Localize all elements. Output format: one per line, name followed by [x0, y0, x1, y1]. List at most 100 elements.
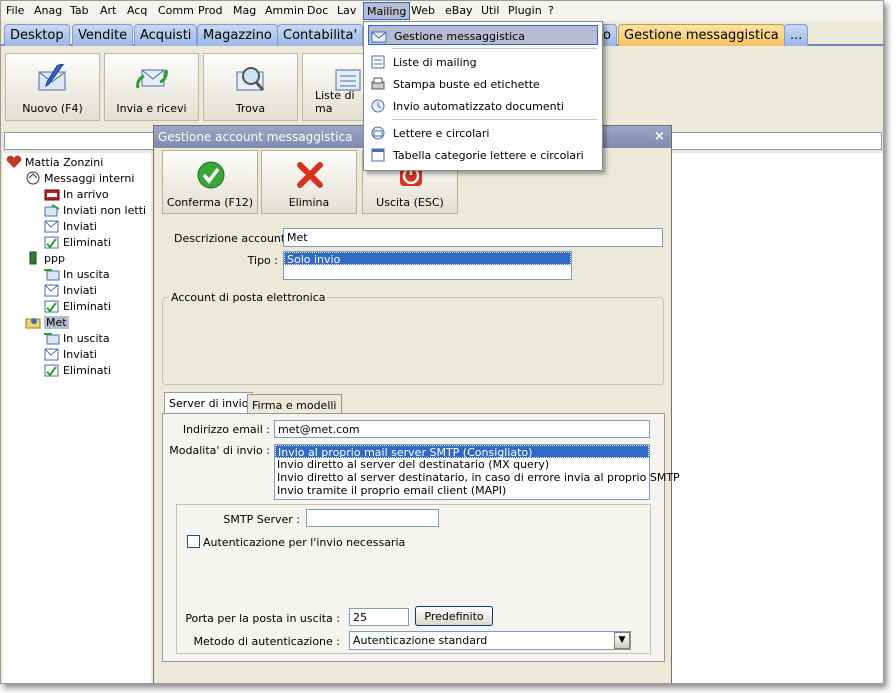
menu-mag[interactable]: Mag [233, 4, 256, 17]
confirm-label: Conferma (F12) [166, 196, 254, 209]
menu-art[interactable]: Art [100, 4, 116, 17]
menu-ammin[interactable]: Ammin [265, 4, 304, 17]
tree-inviati[interactable]: Inviati [44, 220, 97, 233]
send-receive-label: Invia e ricevi [116, 102, 187, 115]
tree-met-sent-label: Inviati [63, 348, 97, 361]
tab-server-di-invio[interactable]: Server di invio [164, 392, 254, 414]
menu-help[interactable]: ? [548, 4, 554, 17]
smtp-server-input[interactable] [306, 509, 439, 527]
menu-item-label: Invio automatizzato documenti [393, 100, 564, 113]
confirm-button[interactable]: Conferma (F12) [162, 150, 258, 214]
menu-file[interactable]: File [6, 4, 24, 17]
mailing-lists-button[interactable]: Liste di ma [302, 53, 364, 121]
send-mode-option[interactable]: Invio tramite il proprio email client (M… [275, 484, 649, 497]
send-mode-option[interactable]: Invio diretto al server del destinatario… [275, 458, 649, 471]
tree-met-sent[interactable]: Inviati [44, 348, 97, 361]
exit-label: Uscita (ESC) [376, 196, 444, 209]
tree-ppp-sent[interactable]: Inviati [44, 284, 97, 297]
sent-icon [44, 348, 59, 361]
menu-doc[interactable]: Doc [307, 4, 328, 17]
message-list-pane [669, 153, 883, 683]
close-icon[interactable]: × [654, 129, 665, 144]
description-input[interactable]: Met [283, 228, 663, 247]
type-list[interactable]: Solo invio [283, 251, 572, 280]
menu-item-gestione-messaggistica[interactable]: Gestione messaggistica [368, 25, 598, 45]
send-mode-option[interactable]: Invio diretto al server destinatario, in… [275, 471, 680, 484]
menu-mailing[interactable]: Mailing [363, 2, 411, 20]
tree-met-outbox[interactable]: In uscita [44, 332, 110, 345]
email-input[interactable]: met@met.com [274, 420, 650, 438]
tree-internal-label: Messaggi interni [44, 172, 135, 185]
tree-ppp-outbox[interactable]: In uscita [44, 268, 110, 281]
send-receive-button[interactable]: Invia e ricevi [104, 53, 199, 121]
account-icon [29, 251, 37, 265]
menu-tab[interactable]: Tab [70, 4, 89, 17]
auth-method-select[interactable]: Autenticazione standard [349, 631, 631, 650]
new-button[interactable]: Nuovo (F4) [5, 53, 100, 121]
menu-separator [392, 119, 597, 120]
menu-item-tabella-categorie[interactable]: Tabella categorie lettere e circolari [368, 145, 598, 165]
tree-met-deleted[interactable]: Eliminati [44, 364, 111, 377]
menu-lav[interactable]: Lav [337, 4, 356, 17]
user-heart-icon [6, 155, 22, 168]
menu-item-liste-mailing[interactable]: Liste di mailing [368, 52, 598, 72]
tree-ppp[interactable]: ppp [29, 251, 65, 265]
tree-eliminati[interactable]: Eliminati [44, 236, 111, 249]
type-label: Tipo : [247, 254, 278, 267]
tree-internal[interactable]: Messaggi interni [26, 171, 135, 185]
tree-non-letti[interactable]: Inviati non letti [44, 204, 146, 217]
tree-ppp-deleted[interactable]: Eliminati [44, 300, 111, 313]
menu-prod[interactable]: Prod [198, 4, 222, 17]
tree-ppp-label: ppp [44, 252, 65, 265]
messages-icon [26, 171, 40, 185]
tab-acquisti[interactable]: Acquisti [134, 24, 198, 46]
deleted-icon [44, 236, 59, 249]
menu-item-lettere-circolari[interactable]: Lettere e circolari [368, 123, 598, 143]
unread-icon [44, 204, 60, 217]
menu-acq[interactable]: Acq [127, 4, 147, 17]
delete-button[interactable]: Elimina [261, 150, 357, 214]
menu-item-label: Tabella categorie lettere e circolari [393, 149, 584, 162]
tree-met-label: Met [46, 316, 67, 329]
tree-met-outbox-label: In uscita [63, 332, 110, 345]
tab-magazzino[interactable]: Magazzino [197, 24, 278, 46]
send-mode-list[interactable]: Invio al proprio mail server SMTP (Consi… [274, 444, 680, 500]
tab-desktop[interactable]: Desktop [4, 24, 70, 46]
menu-item-label: Gestione messaggistica [394, 30, 525, 43]
deleted-icon [44, 300, 59, 313]
send-mode-option[interactable]: Invio al proprio mail server SMTP (Consi… [275, 445, 649, 459]
menu-item-stampa-buste[interactable]: Stampa buste ed etichette [368, 74, 598, 94]
mailing-list-icon [371, 55, 385, 69]
menu-ebay[interactable]: eBay [445, 4, 473, 17]
port-label: Porta per la posta in uscita : [185, 612, 340, 625]
deleted-icon [44, 364, 59, 377]
find-label: Trova [235, 102, 266, 115]
menu-comm[interactable]: Comm [158, 4, 194, 17]
tab-firma-e-modelli[interactable]: Firma e modelli [247, 394, 342, 414]
menu-util[interactable]: Util [481, 4, 499, 17]
tree-in-arrivo[interactable]: In arrivo [44, 188, 109, 201]
menu-web[interactable]: Web [411, 4, 435, 17]
auth-required-checkbox[interactable] [187, 535, 200, 548]
tree-root[interactable]: Mattia Zonzini [6, 155, 104, 169]
menu-item-label: Liste di mailing [393, 56, 477, 69]
delete-x-icon [297, 162, 323, 188]
tab-gestione-messaggistica[interactable]: Gestione messaggistica [618, 24, 785, 46]
port-input[interactable]: 25 [349, 608, 409, 626]
outbox-icon [44, 269, 60, 281]
account-dialog: Gestione account messaggistica × Conferm… [153, 125, 680, 683]
table-icon [371, 148, 385, 162]
find-button[interactable]: Trova [203, 53, 298, 121]
menu-item-invio-automatizzato[interactable]: Invio automatizzato documenti [368, 96, 598, 116]
tree-met[interactable]: Met [25, 316, 69, 329]
tab-contabilita[interactable]: Contabilita' [277, 24, 364, 46]
menu-item-label: Stampa buste ed etichette [393, 78, 540, 91]
tree-root-label: Mattia Zonzini [25, 156, 104, 169]
menu-anag[interactable]: Anag [34, 4, 62, 17]
default-port-button[interactable]: Predefinito [415, 606, 493, 626]
tab-more[interactable]: ... [784, 24, 809, 46]
chevron-down-icon[interactable]: ▼ [614, 632, 630, 649]
menu-plugin[interactable]: Plugin [508, 4, 542, 17]
type-option-selected[interactable]: Solo invio [284, 252, 571, 266]
tab-vendite[interactable]: Vendite [72, 24, 134, 46]
